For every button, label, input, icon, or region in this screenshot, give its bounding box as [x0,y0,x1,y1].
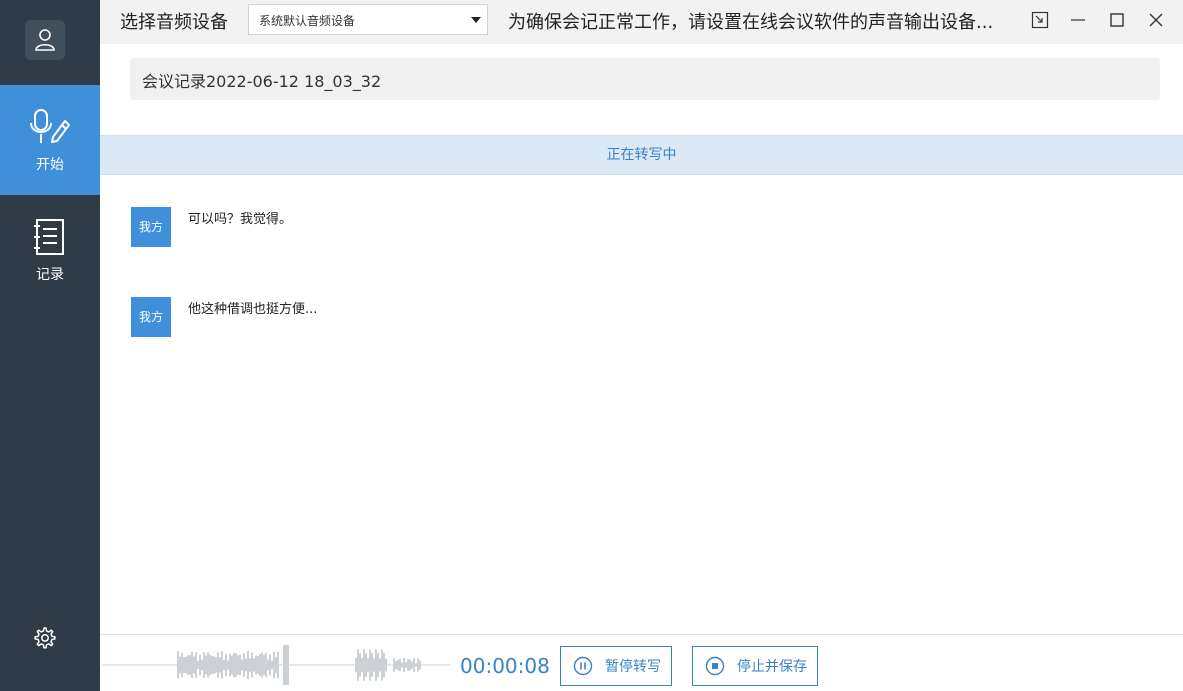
gear-icon [34,627,56,649]
stop-and-save-button[interactable]: 停止并保存 [692,646,818,686]
sidebar-item-label: 开始 [36,157,64,173]
microphone-pen-icon [29,106,71,148]
audio-waveform [102,645,451,685]
recording-timer: 00:00:08 [460,654,550,678]
audio-device-value: 系统默认音频设备 [259,14,356,28]
meeting-title-field[interactable]: 会议记录2022-06-12 18_03_32 [130,58,1160,100]
sidebar: 开始 记录 [0,0,100,691]
user-icon [35,29,55,51]
audio-device-label: 选择音频设备 [120,12,228,33]
pin-icon [1031,11,1049,29]
top-bar: 选择音频设备 系统默认音频设备 为确保会记正常工作，请设置在线会议软件的声音输出… [100,0,1183,44]
notebook-icon [29,216,71,258]
settings-button[interactable] [31,624,59,652]
sidebar-item-label: 记录 [36,267,64,283]
sidebar-item-start[interactable]: 开始 [0,85,100,195]
transcript-text: 可以吗？我觉得。 [188,212,293,227]
stop-icon [705,656,725,676]
status-text: 正在转写中 [606,147,677,163]
audio-device-select[interactable]: 系统默认音频设备 [248,4,488,35]
maximize-icon [1110,13,1124,27]
caret-down-icon [471,17,481,23]
speaker-badge: 我方 [131,297,171,337]
pause-label: 暂停转写 [605,659,661,675]
pin-window-button[interactable] [1026,6,1054,34]
transcribing-status: 正在转写中 [100,135,1183,175]
close-button[interactable] [1142,6,1170,34]
close-icon [1149,13,1163,27]
sidebar-item-records[interactable]: 记录 [0,195,100,305]
pause-transcription-button[interactable]: 暂停转写 [560,646,672,686]
stop-label: 停止并保存 [737,659,807,675]
minimize-button[interactable] [1064,6,1092,34]
speaker-badge: 我方 [131,207,171,247]
maximize-button[interactable] [1103,6,1131,34]
pause-icon [573,656,593,676]
transcript-text: 他这种借调也挺方便... [188,302,318,317]
recording-control-bar: 00:00:08 暂停转写 停止并保存 [100,634,1183,691]
avatar[interactable] [25,20,65,60]
meeting-title: 会议记录2022-06-12 18_03_32 [142,72,382,91]
minimize-icon [1071,19,1085,21]
setup-tip: 为确保会记正常工作，请设置在线会议软件的声音输出设备... [508,12,994,33]
